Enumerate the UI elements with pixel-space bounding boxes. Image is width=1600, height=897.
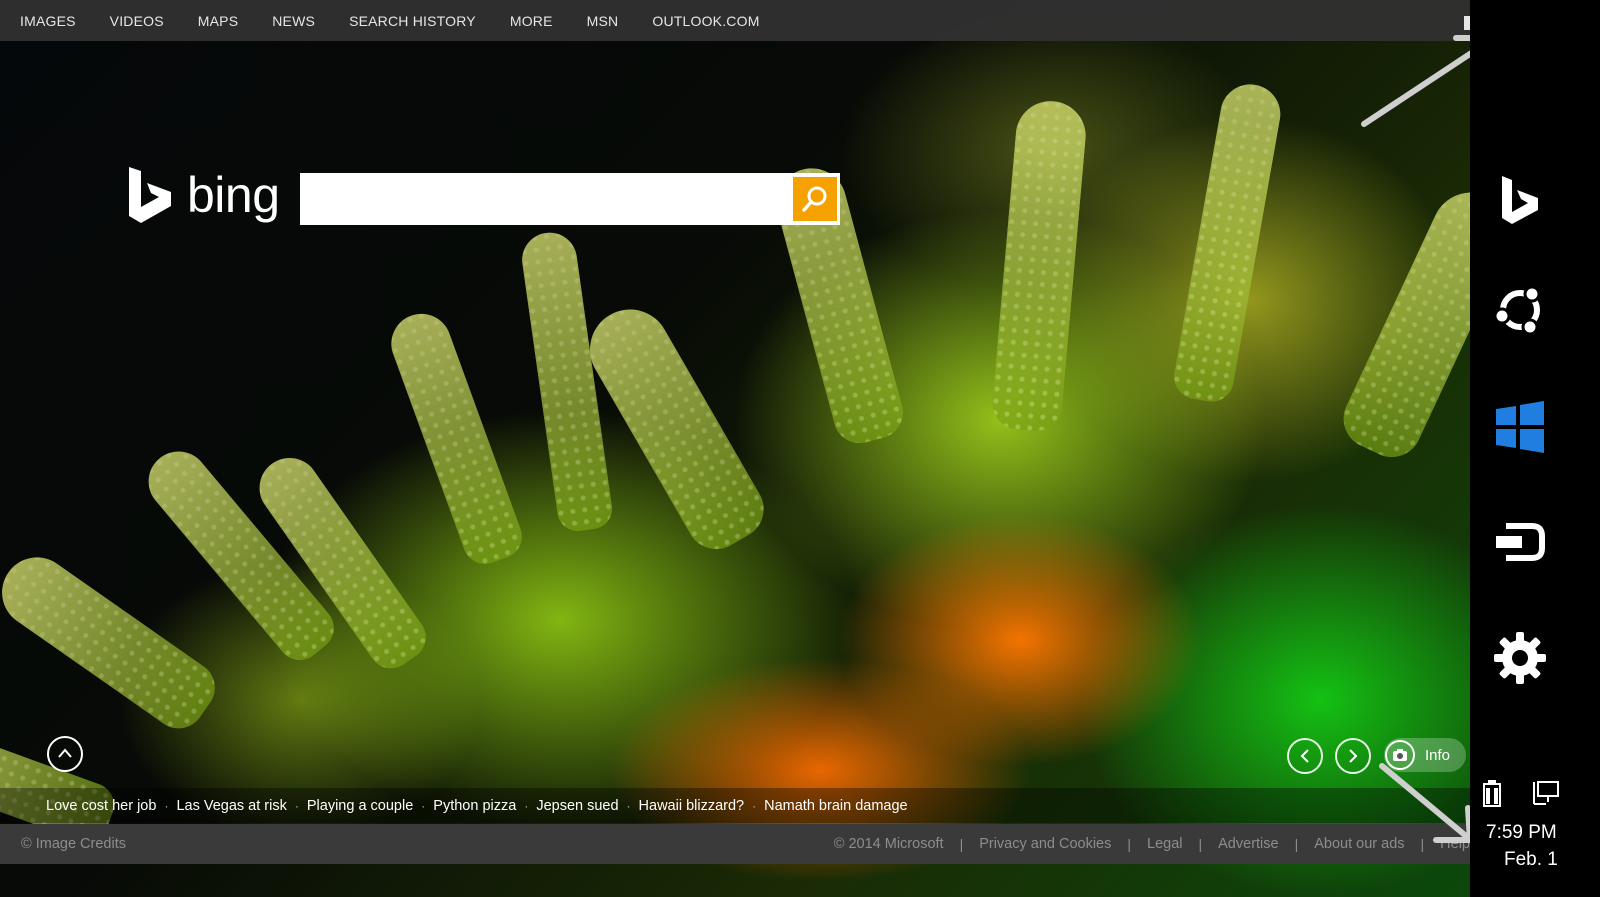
nav-news[interactable]: NEWS — [272, 13, 315, 29]
bing-logo[interactable]: bing — [125, 165, 280, 225]
footer-separator: | — [1127, 836, 1132, 852]
footer: © Image Credits © 2014 Microsoft | Priva… — [0, 824, 1500, 864]
background-image — [0, 0, 1500, 897]
footer-separator: | — [959, 836, 964, 852]
settings-icon — [1494, 632, 1546, 684]
top-nav: IMAGES VIDEOS MAPS NEWS SEARCH HISTORY M… — [0, 0, 1500, 41]
nav-msn[interactable]: MSN — [587, 13, 619, 29]
charm-start[interactable] — [1480, 372, 1560, 482]
advertise-link[interactable]: Advertise — [1218, 836, 1278, 852]
footer-separator: | — [1294, 836, 1299, 852]
copyright-text: © 2014 Microsoft — [833, 836, 944, 852]
nav-images[interactable]: IMAGES — [20, 13, 76, 29]
search-button[interactable] — [793, 177, 837, 221]
chevron-up-icon — [58, 748, 72, 758]
news-link[interactable]: Hawaii blizzard? — [639, 798, 745, 814]
nav-outlook[interactable]: OUTLOOK.COM — [652, 13, 759, 29]
charm-devices[interactable] — [1480, 487, 1560, 597]
windows-start-icon — [1496, 401, 1544, 453]
bing-wordmark: bing — [187, 167, 280, 223]
news-separator: · — [626, 798, 631, 813]
corner-indicator — [1464, 16, 1470, 30]
clock-time: 7:59 PM — [1486, 822, 1557, 843]
footer-links: © 2014 Microsoft | Privacy and Cookies |… — [834, 824, 1470, 864]
news-link[interactable]: Jepsen sued — [536, 798, 618, 814]
nav-more[interactable]: MORE — [510, 13, 553, 29]
news-separator: · — [524, 798, 529, 813]
clock-date: Feb. 1 — [1504, 849, 1558, 870]
charm-share[interactable] — [1480, 255, 1560, 365]
bing-logo-icon — [129, 167, 171, 223]
legal-link[interactable]: Legal — [1147, 836, 1182, 852]
scroll-up-button[interactable] — [47, 736, 83, 772]
previous-image-button[interactable] — [1287, 738, 1323, 774]
battery-icon — [1483, 780, 1501, 807]
bing-icon — [1502, 176, 1538, 224]
share-icon — [1493, 285, 1541, 336]
next-image-button[interactable] — [1335, 738, 1371, 774]
news-strip: Love cost her job · Las Vegas at risk · … — [0, 788, 1500, 823]
nav-videos[interactable]: VIDEOS — [110, 13, 164, 29]
nav-maps[interactable]: MAPS — [198, 13, 238, 29]
nav-search-history[interactable]: SEARCH HISTORY — [349, 13, 476, 29]
news-separator: · — [294, 798, 299, 813]
info-label: Info — [1425, 746, 1451, 764]
charm-search[interactable] — [1480, 145, 1560, 255]
search-input[interactable] — [300, 173, 840, 225]
news-link[interactable]: Las Vegas at risk — [176, 798, 286, 814]
search-icon — [802, 186, 827, 212]
privacy-link[interactable]: Privacy and Cookies — [979, 836, 1111, 852]
news-link[interactable]: Python pizza — [433, 798, 516, 814]
network-icon — [1533, 781, 1559, 805]
news-link[interactable]: Namath brain damage — [764, 798, 907, 814]
chevron-left-icon — [1300, 749, 1309, 763]
footer-separator: | — [1198, 836, 1203, 852]
news-link[interactable]: Playing a couple — [307, 798, 413, 814]
news-separator: · — [421, 798, 426, 813]
news-separator: · — [752, 798, 757, 813]
news-link[interactable]: Love cost her job — [46, 798, 156, 814]
news-separator: · — [164, 798, 169, 813]
image-credits-link[interactable]: © Image Credits — [21, 836, 126, 852]
charm-settings[interactable] — [1480, 603, 1560, 713]
arrow-down-right-icon — [1379, 763, 1473, 843]
chevron-right-icon — [1349, 749, 1358, 763]
devices-icon — [1496, 523, 1545, 561]
charms-bar: 7:59 PM Feb. 1 — [1464, 0, 1600, 897]
